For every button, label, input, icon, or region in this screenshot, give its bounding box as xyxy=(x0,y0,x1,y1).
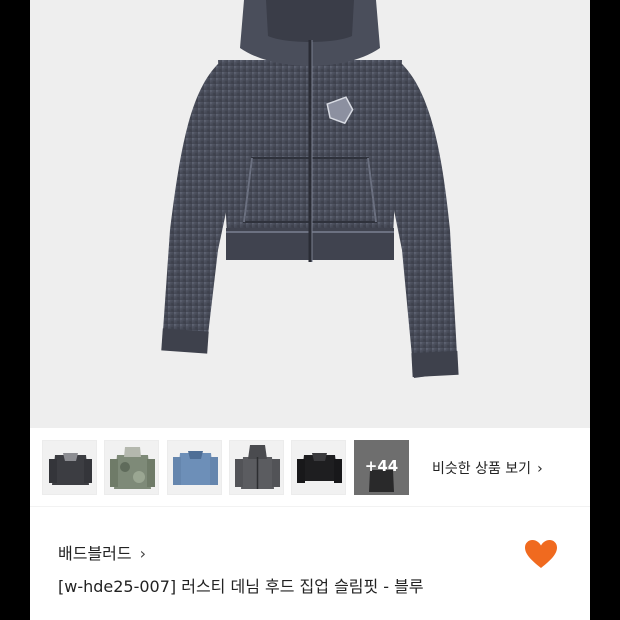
chevron-right-icon: › xyxy=(537,461,543,477)
product-screen: +44 비슷한 상품 보기 › 배드블러드 › [w-hde25-007] 러스티 … xyxy=(30,0,590,620)
like-button[interactable] xyxy=(524,539,558,573)
more-count: +44 xyxy=(364,457,399,475)
thumbnail-5[interactable] xyxy=(291,440,346,495)
similar-thumbnails-strip: +44 비슷한 상품 보기 › xyxy=(30,428,590,506)
product-title: [w-hde25-007] 러스티 데님 후드 집업 슬림핏 - 블루 xyxy=(58,577,424,596)
heart-icon xyxy=(525,540,557,568)
thumbnail-3[interactable] xyxy=(167,440,222,495)
brand-name: 배드블러드 xyxy=(58,544,132,563)
jacket-denim-icon xyxy=(173,451,218,485)
similar-products-label: 비슷한 상품 보기 xyxy=(432,461,532,477)
jacket-dark-collared-icon xyxy=(49,453,92,485)
hoodie-illustration xyxy=(161,0,459,378)
jacket-black-leather-icon xyxy=(297,453,342,483)
divider xyxy=(30,506,590,507)
jacket-camo-hooded-icon xyxy=(110,447,155,489)
more-thumbnails-button[interactable]: +44 xyxy=(354,440,409,495)
chevron-right-icon: › xyxy=(139,544,147,563)
hoodie-gray-zip-icon xyxy=(235,445,280,489)
product-image[interactable] xyxy=(30,0,590,428)
brand-link[interactable]: 배드블러드 › xyxy=(58,540,146,564)
thumbnail-2[interactable] xyxy=(104,440,159,495)
thumbnail-1[interactable] xyxy=(42,440,97,495)
similar-products-link[interactable]: 비슷한 상품 보기 › xyxy=(432,458,543,478)
thumbnail-4[interactable] xyxy=(229,440,284,495)
